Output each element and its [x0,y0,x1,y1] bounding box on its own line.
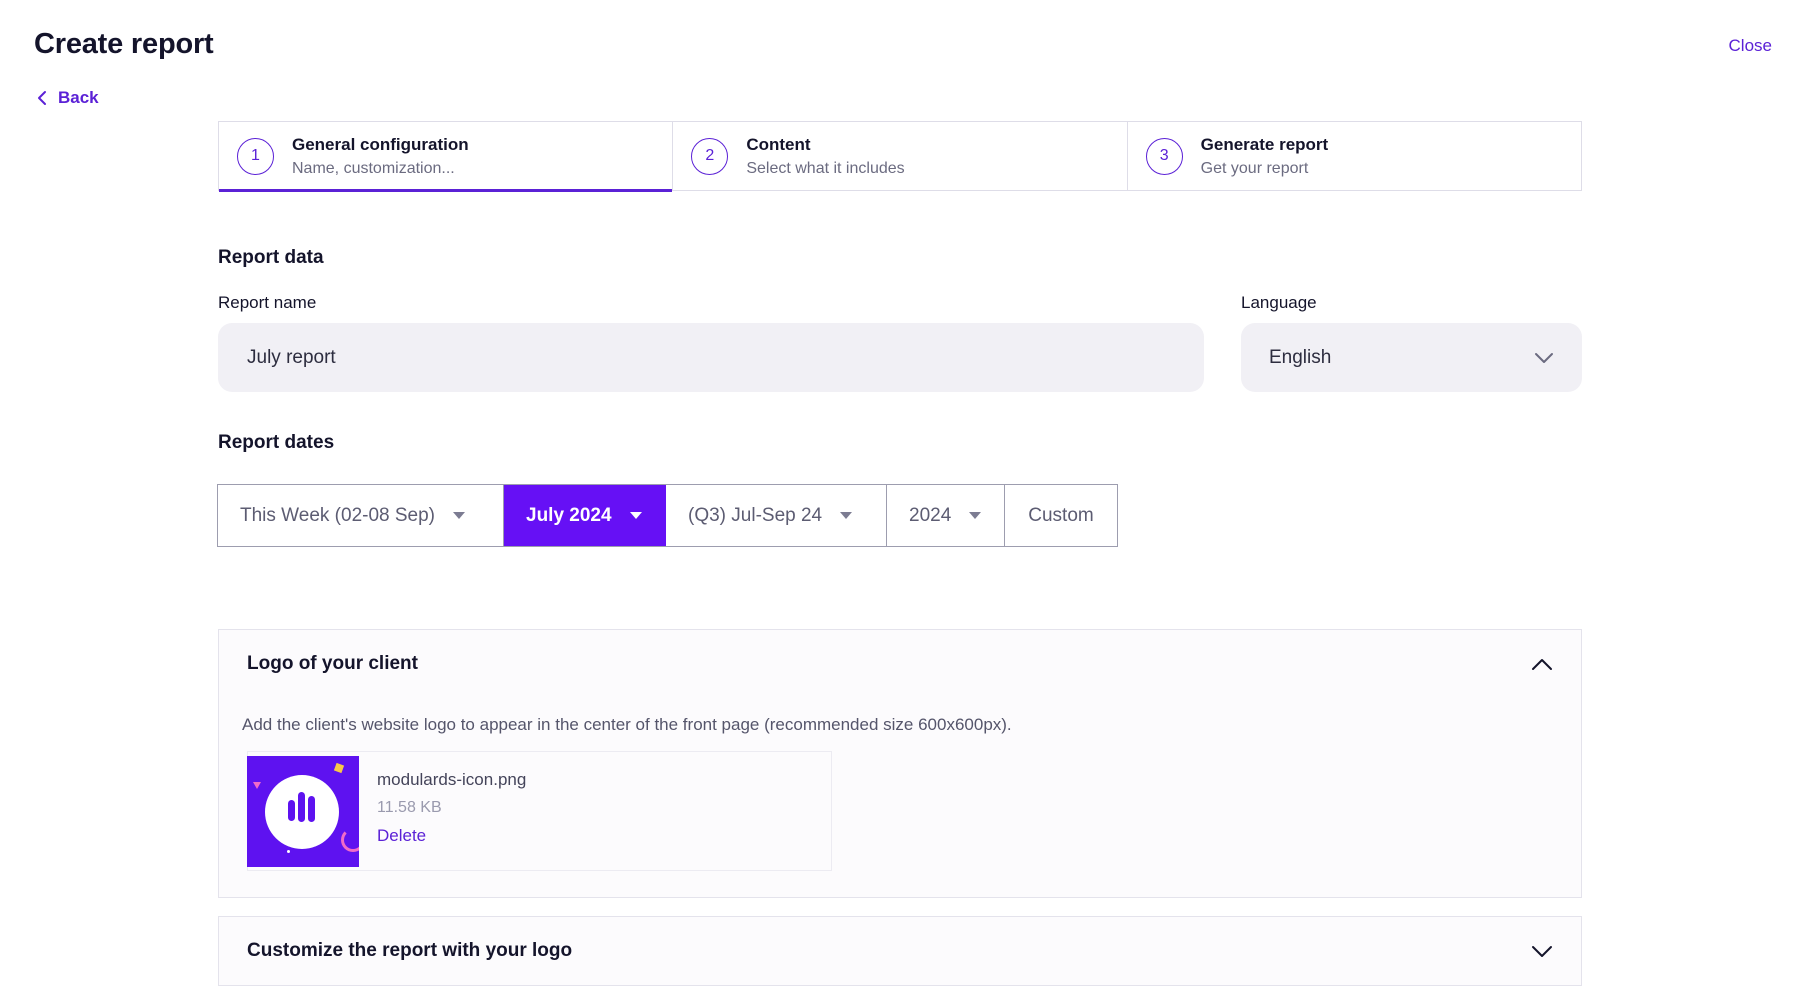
caret-down-icon [629,512,642,519]
date-option-year[interactable]: 2024 [887,485,1005,546]
step-title: Generate report [1200,134,1329,154]
customize-panel-header[interactable]: Customize the report with your logo [219,917,1581,985]
language-select[interactable]: English [1241,323,1582,392]
step-title: General configuration [292,134,469,154]
date-option-label: (Q3) Jul-Sep 24 [688,504,823,526]
step-number: 1 [237,137,274,175]
report-name-label: Report name [218,293,317,312]
stepper: 1 General configuration Name, customizat… [218,121,1582,192]
date-option-custom[interactable]: Custom [1005,485,1117,546]
file-name: modulards-icon.png [377,770,527,789]
page-title: Create report [34,28,214,60]
logo-panel: Logo of your client Add the client's web… [218,629,1582,898]
date-option-month[interactable]: July 2024 [504,485,666,546]
chevron-left-icon [38,91,46,105]
step-number: 3 [1145,137,1183,175]
delete-file-button[interactable]: Delete [377,826,526,846]
report-dates-heading: Report dates [218,432,335,453]
language-value: English [1269,346,1332,368]
back-label: Back [58,88,99,107]
close-button[interactable]: Close [1729,36,1772,56]
logo-panel-title: Logo of your client [247,653,418,674]
customize-panel-title: Customize the report with your logo [247,940,573,961]
date-range-selector: This Week (02-08 Sep) July 2024 (Q3) Jul… [217,484,1118,547]
caret-down-icon [840,512,853,519]
chevron-down-icon [1532,945,1552,957]
step-content[interactable]: 2 Content Select what it includes [673,122,1128,190]
back-button[interactable]: Back [36,88,99,108]
caret-down-icon [453,512,466,519]
caret-down-icon [969,512,982,519]
customize-logo-panel: Customize the report with your logo [218,916,1582,986]
step-generate-report[interactable]: 3 Generate report Get your report [1128,122,1581,190]
date-option-label: July 2024 [526,504,612,526]
chevron-down-icon [1535,352,1553,363]
step-number: 2 [691,137,729,175]
logo-panel-header[interactable]: Logo of your client [219,630,1581,698]
date-option-label: 2024 [909,504,952,526]
step-general-configuration[interactable]: 1 General configuration Name, customizat… [219,122,674,192]
date-option-quarter[interactable]: (Q3) Jul-Sep 24 [666,485,887,546]
step-subtitle: Get your report [1200,159,1309,177]
date-option-label: Custom [1028,504,1094,526]
file-size: 11.58 KB [377,799,442,816]
step-subtitle: Name, customization... [292,159,455,177]
report-name-input[interactable] [218,323,1204,392]
date-option-this-week[interactable]: This Week (02-08 Sep) [218,485,504,546]
report-data-heading: Report data [218,247,324,268]
date-option-label: This Week (02-08 Sep) [240,504,436,526]
chevron-up-icon [1532,658,1552,670]
uploaded-file-card: modulards-icon.png 11.58 KB Delete [247,751,832,871]
language-label: Language [1241,293,1317,312]
step-title: Content [746,134,811,154]
logo-thumbnail [247,756,359,867]
step-subtitle: Select what it includes [746,159,905,177]
logo-panel-description: Add the client's website logo to appear … [242,715,1012,734]
